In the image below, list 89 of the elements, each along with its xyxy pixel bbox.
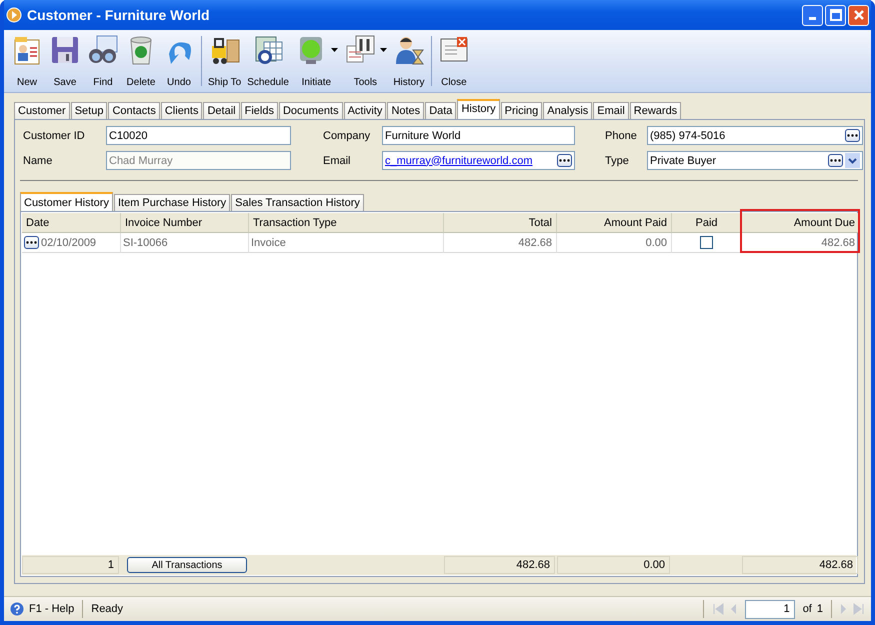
checkbox[interactable] [700,236,713,249]
field-label: Type [605,154,630,166]
column-header[interactable]: Date [22,213,121,233]
input-field[interactable]: Furniture World [382,126,575,145]
tab[interactable]: Sales Transaction History [231,194,364,211]
input-field[interactable]: (985) 974-5016 [647,126,863,145]
tab[interactable]: Rewards [630,102,682,119]
tab[interactable]: Clients [160,102,202,119]
column-header[interactable]: Invoice Number [121,213,249,233]
ellipsis-button[interactable] [845,129,860,142]
toolbar-button[interactable]: Delete [122,32,160,90]
field-value: (985) 974-5016 [650,130,726,142]
page-field[interactable]: 1 [744,600,795,618]
tab[interactable]: Data [425,102,456,119]
chevron-down-icon [848,158,857,164]
tab[interactable]: Activity [344,102,386,119]
summary-cell: 0.00 [557,556,670,574]
table-cell: 02/10/2009 [41,236,96,248]
toolbar-button[interactable]: Close [434,32,473,90]
tab[interactable]: Detail [203,102,240,119]
close-icon [852,9,864,21]
window-title: Customer - Furniture World [27,7,211,23]
table-cell: 482.68 [444,233,557,253]
combo-box[interactable]: Private Buyer [647,151,863,170]
field-label: Name [23,154,54,166]
app-icon [6,7,22,23]
tab[interactable]: Customer History [20,192,113,211]
toolbar-button[interactable]: Undo [160,32,198,90]
field-label: Phone [605,130,638,142]
field-label: Customer ID [23,130,86,142]
toolbar-button[interactable]: Schedule [244,32,292,90]
tab[interactable]: Notes [387,102,424,119]
toolbar-button[interactable]: Tools [340,32,390,90]
ellipsis-icon [847,134,858,137]
field-label: Company [323,130,372,142]
column-header[interactable]: Transaction Type [249,213,444,233]
all-transactions-button[interactable]: All Transactions [127,557,247,573]
table-cell: 482.68 [742,233,860,253]
tab[interactable]: Documents [278,102,343,119]
input-field[interactable]: C10020 [106,126,291,145]
toolbar-button[interactable]: Save [46,32,84,90]
maximize-button[interactable] [825,4,846,26]
tab[interactable]: Contacts [108,102,160,119]
minimize-icon [809,16,816,20]
tab[interactable]: Analysis [543,102,592,119]
ellipsis-icon [559,159,570,162]
minimize-button[interactable] [802,4,823,26]
ellipsis-button[interactable] [557,154,572,167]
column-header[interactable]: Amount Paid [557,213,672,233]
column-header[interactable]: Total [444,213,557,233]
input-field[interactable]: c_murray@furnitureworld.com [382,151,575,170]
toolbar-button[interactable]: Initiate [292,32,341,90]
summary-cell: 1 [22,556,119,574]
tab[interactable]: History [457,99,500,119]
table-cell: SI-10066 [121,233,249,253]
toolbar-button[interactable]: Ship To [205,32,244,90]
summary-cell: 482.68 [742,556,858,574]
help-text[interactable]: F1 - Help [29,603,74,615]
tab[interactable]: Customer [14,102,70,119]
toolbar-button[interactable]: Find [84,32,122,90]
toolbar-button[interactable]: New [8,32,46,90]
dropdown-button[interactable] [845,153,860,168]
tab[interactable]: Pricing [500,102,542,119]
email-link[interactable]: c_murray@furnitureworld.com [385,154,555,166]
column-header[interactable]: Amount Due [742,213,860,233]
field-label: Email [323,154,352,166]
column-header[interactable]: Paid [672,213,742,233]
close-button[interactable] [848,4,869,26]
tab[interactable]: Setup [70,102,108,119]
binoculars-icon [87,34,119,66]
tab[interactable]: Email [593,102,629,119]
ellipsis-icon [830,159,841,162]
page-count: 1 [816,603,823,615]
caret-icon [380,48,387,52]
maximize-icon [830,9,842,21]
table-cell: 0.00 [557,233,672,253]
page-of-label: of [802,603,812,615]
summary-cell: 482.68 [444,556,555,574]
status-text: Ready [91,603,124,615]
ellipsis-button[interactable] [828,154,843,167]
caret-icon [330,48,338,52]
toolbar-button[interactable]: History [390,32,428,90]
table-cell: Invoice [249,233,444,253]
field-value: Private Buyer [650,154,718,166]
help-icon [10,602,24,616]
tab[interactable]: Fields [240,102,278,119]
tab[interactable]: Item Purchase History [114,194,230,211]
ellipsis-button[interactable] [24,236,39,249]
ellipsis-icon [26,241,37,244]
